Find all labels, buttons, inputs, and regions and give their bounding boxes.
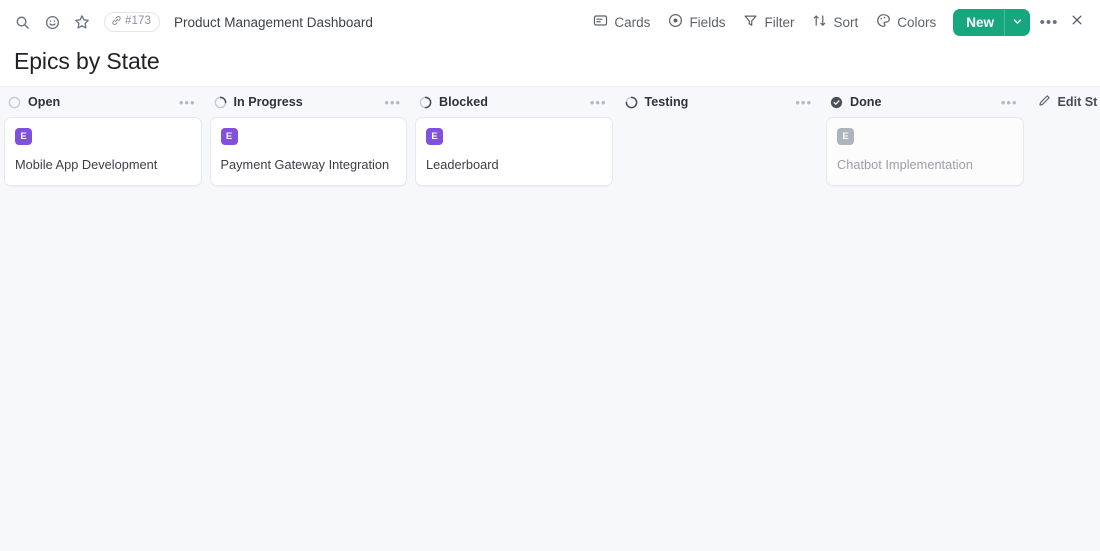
epic-badge: E <box>220 128 238 145</box>
more-options-button[interactable]: ••• <box>1036 9 1062 35</box>
column-header: Testing ••• <box>621 87 819 117</box>
board-card[interactable]: E Mobile App Development <box>4 117 202 186</box>
column-menu-button[interactable]: ••• <box>588 96 609 109</box>
epic-badge: E <box>15 128 32 145</box>
close-button[interactable] <box>1064 9 1090 35</box>
column-menu-button[interactable]: ••• <box>177 96 198 109</box>
edit-statuses-label: Edit St <box>1057 95 1098 109</box>
colors-palette-icon <box>876 13 891 31</box>
link-icon <box>111 15 122 30</box>
colors-button[interactable]: Colors <box>867 8 945 36</box>
cards-button[interactable]: Cards <box>584 8 659 36</box>
column-menu-button[interactable]: ••• <box>999 96 1020 109</box>
fields-eye-icon <box>668 13 683 31</box>
epic-badge: E <box>426 128 443 145</box>
sort-arrows-icon <box>812 13 827 31</box>
column-title: Blocked <box>439 95 488 109</box>
column-menu-button[interactable]: ••• <box>793 96 814 109</box>
search-icon[interactable] <box>8 8 36 36</box>
board-card[interactable]: E Payment Gateway Integration <box>209 117 407 186</box>
epic-badge: E <box>837 128 854 145</box>
new-button-group[interactable]: New <box>953 8 1030 36</box>
top-toolbar: #173 Product Management Dashboard Cards … <box>0 0 1100 44</box>
cards-label: Cards <box>614 14 651 30</box>
column-title: In Progress <box>233 95 303 109</box>
cards-icon <box>593 13 608 31</box>
fields-label: Fields <box>689 14 726 30</box>
filter-label: Filter <box>764 14 795 30</box>
board-column-open: Open ••• E Mobile App Development <box>0 87 206 551</box>
column-title: Testing <box>644 95 689 109</box>
column-header: Done ••• <box>826 87 1024 117</box>
filter-funnel-icon <box>743 13 758 31</box>
toolbar-right-group: Cards Fields Filter Sort Colors New ••• <box>584 8 1090 36</box>
board-columns: Open ••• E Mobile App Development In Pro… <box>0 87 1100 551</box>
column-header: Blocked ••• <box>415 87 613 117</box>
card-title: Chatbot Implementation <box>837 157 973 172</box>
fields-button[interactable]: Fields <box>659 8 734 36</box>
column-title: Done <box>850 95 882 109</box>
check-circle-filled-icon <box>830 96 843 109</box>
board-canvas: Open ••• E Mobile App Development In Pro… <box>0 86 1100 551</box>
ellipsis-icon: ••• <box>1039 13 1059 31</box>
board-column-blocked: Blocked ••• E Leaderboard <box>411 87 617 551</box>
board-card[interactable]: E Leaderboard <box>415 117 613 186</box>
card-title: Mobile App Development <box>15 157 158 172</box>
circle-open-icon <box>8 96 21 109</box>
issue-number: #173 <box>125 15 151 28</box>
board-column-in-progress: In Progress ••• E Payment Gateway Integr… <box>206 87 412 551</box>
circle-half-progress-icon <box>419 96 432 109</box>
sort-button[interactable]: Sort <box>803 8 867 36</box>
chevron-down-icon <box>1012 15 1023 30</box>
board-card[interactable]: E Chatbot Implementation <box>826 117 1024 186</box>
star-icon[interactable] <box>68 8 96 36</box>
toolbar-left-group: #173 Product Management Dashboard <box>8 8 373 36</box>
new-button[interactable]: New <box>953 9 1004 36</box>
page-title: Epics by State <box>14 48 160 74</box>
column-menu-button[interactable]: ••• <box>382 96 403 109</box>
circle-quarter-progress-icon <box>214 96 227 109</box>
close-icon <box>1070 13 1084 32</box>
board-column-testing: Testing ••• <box>617 87 823 551</box>
card-title: Payment Gateway Integration <box>220 157 390 172</box>
pencil-icon <box>1038 94 1051 110</box>
issue-reference-chip[interactable]: #173 <box>104 11 160 33</box>
filter-button[interactable]: Filter <box>734 8 803 36</box>
board-column-done: Done ••• E Chatbot Implementation <box>822 87 1028 551</box>
sort-label: Sort <box>833 14 859 30</box>
emoji-smiley-icon[interactable] <box>38 8 66 36</box>
column-header: Open ••• <box>4 87 202 117</box>
new-dropdown-button[interactable] <box>1004 8 1030 36</box>
card-title: Leaderboard <box>426 157 499 172</box>
edit-statuses-button[interactable]: Edit St <box>1038 87 1100 117</box>
edit-statuses-column: Edit St <box>1028 87 1100 551</box>
column-title: Open <box>28 95 61 109</box>
document-title: Product Management Dashboard <box>173 14 373 30</box>
column-header: In Progress ••• <box>210 87 408 117</box>
colors-label: Colors <box>897 14 937 30</box>
circle-three-quarter-progress-icon <box>625 96 638 109</box>
